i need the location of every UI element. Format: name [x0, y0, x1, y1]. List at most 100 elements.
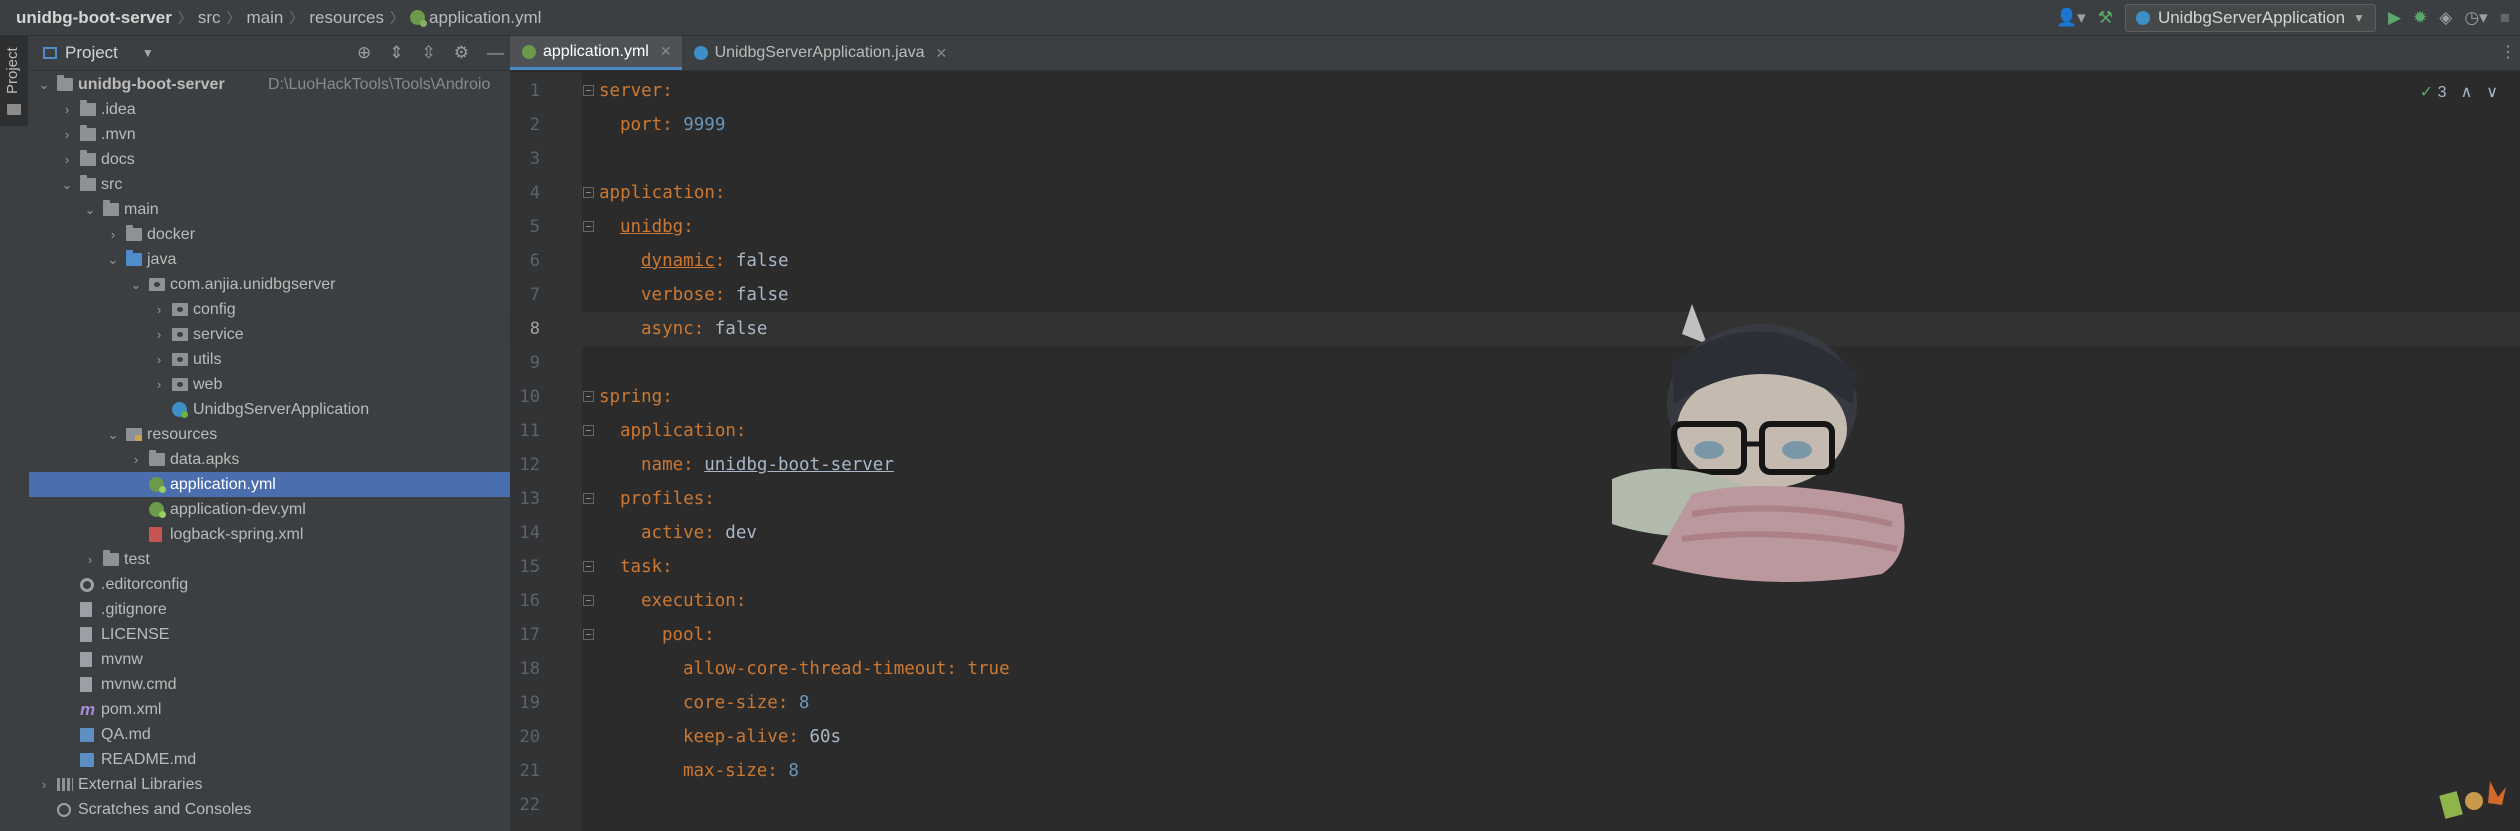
tab-application-yml[interactable]: application.yml ✕	[510, 36, 682, 70]
locate-icon[interactable]: ⊕	[357, 43, 371, 63]
project-tool-window-tab[interactable]: Project	[0, 36, 28, 126]
tree-item[interactable]: › docker	[29, 222, 510, 247]
tree-item[interactable]: .gitignore	[29, 597, 510, 622]
tree-item[interactable]: mvnw	[29, 647, 510, 672]
gear-icon[interactable]: ⚙	[454, 43, 469, 63]
fold-marker-icon[interactable]	[583, 561, 594, 572]
project-panel-title[interactable]: Project	[65, 43, 118, 63]
breadcrumb-resources[interactable]: resources	[309, 8, 384, 28]
tree-item-label: .idea	[101, 101, 136, 118]
tree-item[interactable]: m pom.xml	[29, 697, 510, 722]
line-number: 14	[519, 523, 540, 543]
hide-icon[interactable]: —	[487, 43, 504, 63]
tree-item[interactable]: › .mvn	[29, 122, 510, 147]
breadcrumb-src[interactable]: src	[198, 8, 221, 28]
tree-item[interactable]: LICENSE	[29, 622, 510, 647]
stop-icon[interactable]: ■	[2500, 8, 2510, 28]
fold-marker-icon[interactable]	[583, 425, 594, 436]
tree-item[interactable]: › config	[29, 297, 510, 322]
tree-item[interactable]: › External Libraries	[29, 772, 510, 797]
collapse-all-icon[interactable]: ⇳	[422, 43, 436, 63]
tree-item[interactable]: › service	[29, 322, 510, 347]
breadcrumb-main[interactable]: main	[247, 8, 284, 28]
coverage-icon[interactable]: ◈	[2439, 8, 2452, 28]
chevron-right-icon[interactable]: ›	[106, 222, 120, 247]
line-number: 6	[529, 251, 540, 271]
fold-marker-icon[interactable]	[583, 85, 594, 96]
tree-item[interactable]: › data.apks	[29, 447, 510, 472]
chevron-right-icon[interactable]: ›	[60, 122, 74, 147]
chevron-down-icon[interactable]: ⌄	[83, 197, 97, 222]
fold-marker-icon[interactable]	[583, 221, 594, 232]
fold-marker-icon[interactable]	[583, 493, 594, 504]
yml-icon	[149, 477, 166, 493]
line-number: 16	[519, 591, 540, 611]
tree-item[interactable]: ⌄ unidbg-boot-server D:\LuoHackTools\Tools…	[29, 72, 510, 97]
tree-item[interactable]: ⌄ com.anjia.unidbgserver	[29, 272, 510, 297]
tree-item[interactable]: QA.md	[29, 722, 510, 747]
yaml-file-icon	[410, 10, 428, 27]
tree-item[interactable]: README.md	[29, 747, 510, 772]
chevron-down-icon[interactable]: ▼	[142, 46, 154, 60]
build-hammer-icon[interactable]: ⚒	[2098, 8, 2113, 28]
folder-icon	[57, 75, 73, 91]
code-line: 15 task:	[510, 550, 2520, 584]
more-tabs-icon[interactable]: ⋮	[2500, 42, 2516, 62]
chevron-right-icon[interactable]: ›	[129, 447, 143, 472]
close-icon[interactable]: ✕	[935, 45, 947, 62]
tree-item[interactable]: › utils	[29, 347, 510, 372]
tree-item[interactable]: › docs	[29, 147, 510, 172]
code-line: 19 core-size: 8	[510, 686, 2520, 720]
tree-item[interactable]: ⌄ resources	[29, 422, 510, 447]
chevron-down-icon[interactable]: ⌄	[60, 172, 74, 197]
tree-item[interactable]: application.yml	[29, 472, 510, 497]
profile-icon[interactable]: ◷▾	[2464, 8, 2487, 28]
run-icon[interactable]: ▶	[2388, 8, 2401, 28]
chevron-down-icon[interactable]: ⌄	[106, 422, 120, 447]
expand-all-icon[interactable]: ⇕	[389, 43, 403, 63]
chevron-right-icon[interactable]: ›	[152, 372, 166, 397]
run-configuration-selector[interactable]: UnidbgServerApplication ▼	[2124, 4, 2376, 32]
fold-marker-icon[interactable]	[583, 187, 594, 198]
tree-item[interactable]: ⌄ java	[29, 247, 510, 272]
tree-item[interactable]: application-dev.yml	[29, 497, 510, 522]
chevron-down-icon[interactable]: ⌄	[129, 272, 143, 297]
tree-item[interactable]: .editorconfig	[29, 572, 510, 597]
close-icon[interactable]: ✕	[660, 43, 672, 60]
code-line: 16 execution:	[510, 584, 2520, 618]
tree-item[interactable]: logback-spring.xml	[29, 522, 510, 547]
fold-marker-icon[interactable]	[583, 595, 594, 606]
tree-item[interactable]: UnidbgServerApplication	[29, 397, 510, 422]
tree-item[interactable]: Scratches and Consoles	[29, 797, 510, 822]
chevron-down-icon[interactable]: ⌄	[37, 72, 51, 97]
line-number: 21	[519, 761, 540, 781]
tree-item[interactable]: mvnw.cmd	[29, 672, 510, 697]
tab-unidbgserverapplication-java[interactable]: UnidbgServerApplication.java ✕	[682, 36, 958, 70]
tree-item[interactable]: › test	[29, 547, 510, 572]
tree-item[interactable]: › web	[29, 372, 510, 397]
chevron-right-icon[interactable]: ›	[60, 147, 74, 172]
breadcrumb-project[interactable]: unidbg-boot-server	[16, 8, 172, 28]
chevron-right-icon[interactable]: ›	[60, 97, 74, 122]
breadcrumb-file[interactable]: application.yml	[429, 8, 541, 28]
code-editor[interactable]: ✓ 3 ∧ ∨ 1 server: 2 port: 9999 3 4 application…	[510, 72, 2520, 831]
user-icon[interactable]: 👤▾	[2056, 8, 2086, 28]
tree-item[interactable]: ⌄ main	[29, 197, 510, 222]
md-icon	[80, 728, 94, 742]
tree-item[interactable]: › .idea	[29, 97, 510, 122]
code-text: allow-core-thread-timeout: true	[683, 652, 1010, 686]
yml-icon	[149, 502, 166, 518]
chevron-right-icon[interactable]: ›	[152, 297, 166, 322]
md-icon	[80, 753, 94, 767]
chevron-right-icon[interactable]: ›	[152, 322, 166, 347]
tree-item[interactable]: ⌄ src	[29, 172, 510, 197]
tab-label: application.yml	[543, 42, 649, 60]
fold-marker-icon[interactable]	[583, 629, 594, 640]
code-text: profiles:	[620, 482, 715, 516]
chevron-right-icon[interactable]: ›	[37, 772, 51, 797]
fold-marker-icon[interactable]	[583, 391, 594, 402]
chevron-down-icon[interactable]: ⌄	[106, 247, 120, 272]
chevron-right-icon[interactable]: ›	[152, 347, 166, 372]
chevron-right-icon[interactable]: ›	[83, 547, 97, 572]
debug-icon[interactable]: ✹	[2413, 8, 2427, 28]
